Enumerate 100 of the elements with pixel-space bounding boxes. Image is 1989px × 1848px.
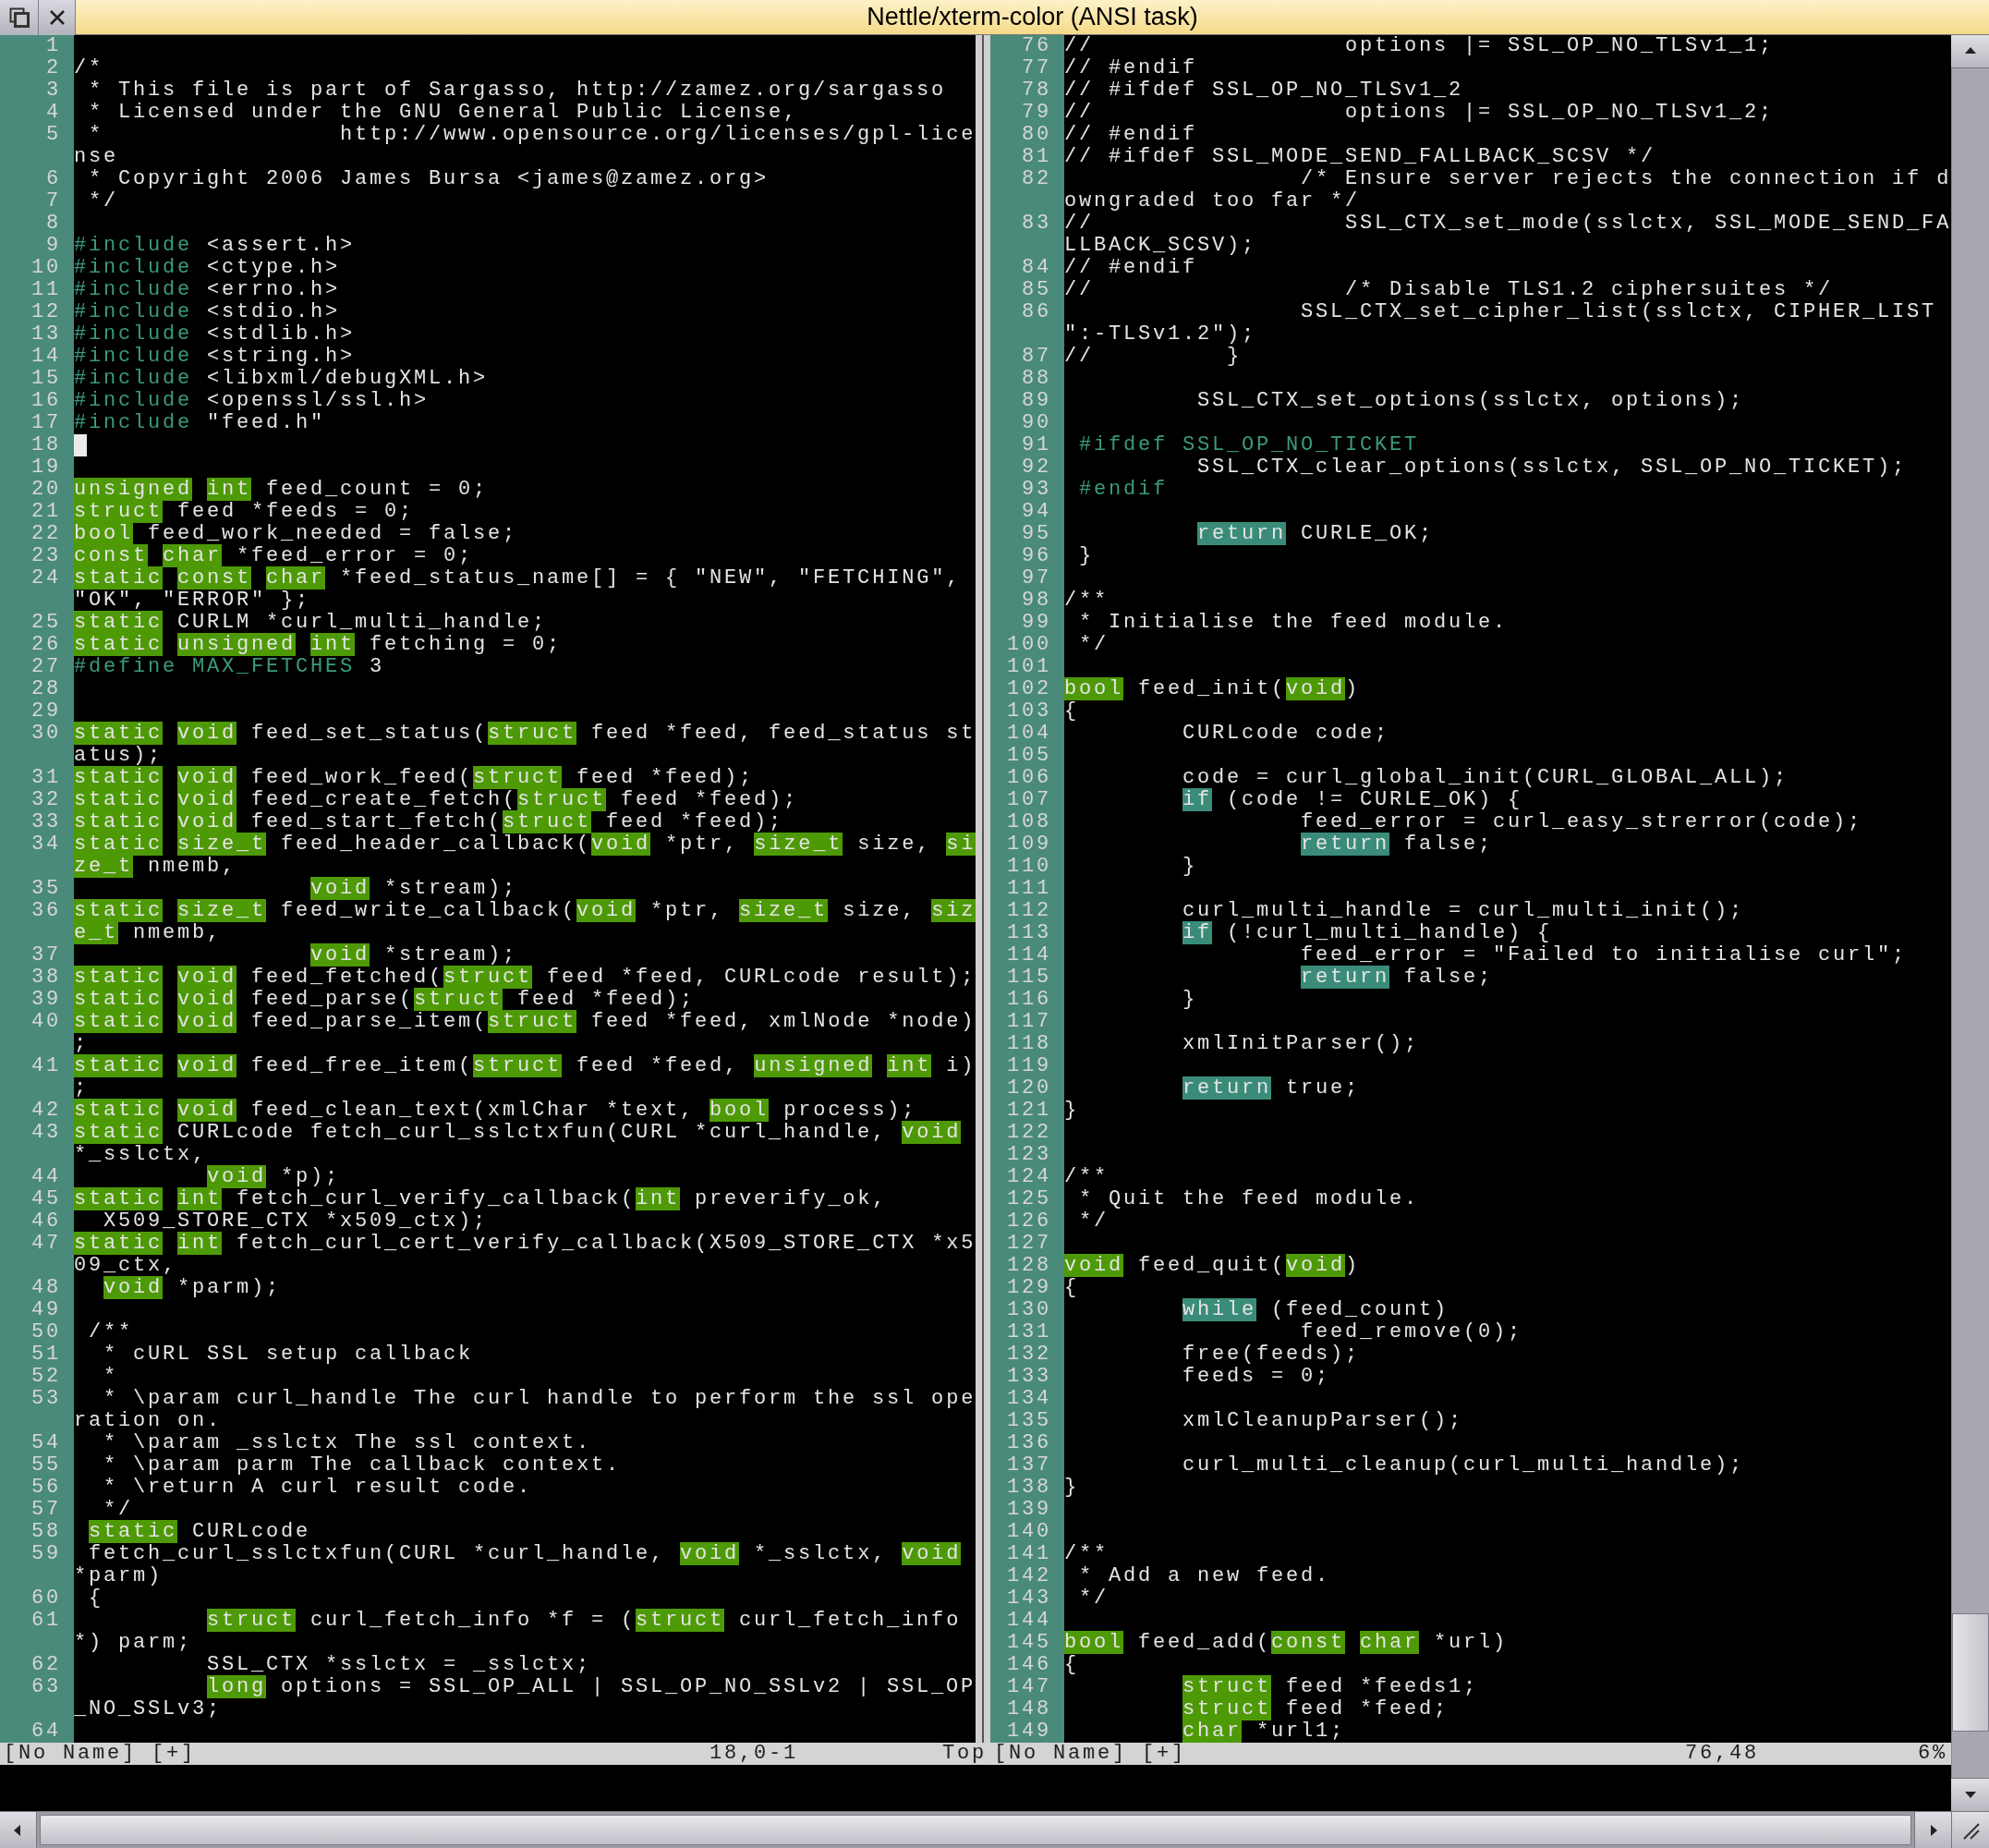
code-line: void *stream);: [309, 944, 518, 967]
code-line: atus);: [74, 745, 163, 767]
cursor-position: 76,48: [1685, 1742, 1759, 1765]
code-line: // /* Disable TLS1.2 ciphersuites */: [1064, 279, 1834, 301]
code-line: */: [1078, 1210, 1109, 1233]
scroll-left-button[interactable]: [0, 1812, 37, 1848]
code-line: // #endif: [1064, 257, 1198, 279]
line-number: 82: [1022, 168, 1051, 190]
scroll-down-button[interactable]: [1951, 1778, 1989, 1811]
code-line: 09_ctx,: [74, 1255, 177, 1277]
code-line: static void feed_start_fetch(struct feed *feed);: [74, 811, 784, 833]
code-line: * This file is part of Sargasso, http://zamez.org/sargasso: [88, 79, 947, 102]
code-line: SSL_CTX_set_cipher_list(sslctx, CIPHER_LIST: [1300, 301, 1937, 323]
code-line: static void feed_fetched(struct feed *feed, CURLcode result);: [74, 967, 976, 989]
line-number: 128: [1007, 1255, 1051, 1277]
horizontal-scrollbar-thumb[interactable]: [40, 1815, 1911, 1845]
close-button[interactable]: [39, 0, 76, 35]
code-line: e_t nmemb,: [74, 922, 223, 944]
code-line: CURLcode code;: [1182, 723, 1390, 745]
code-line: /**: [88, 1321, 133, 1343]
code-line: long options = SSL_OP_ALL | SSL_OP_NO_SSLv2 | SSL_OP: [206, 1676, 976, 1698]
line-number: 56: [31, 1477, 61, 1499]
code-line: if (!curl_multi_handle) {: [1182, 922, 1553, 944]
line-number: 35: [31, 878, 61, 900]
scrollbar-thumb[interactable]: [1952, 1613, 1989, 1732]
code-line: curl_multi_handle = curl_multi_init();: [1182, 900, 1745, 922]
code-line: // SSL_CTX_set_mode(sslctx, SSL_MODE_SEND_FA: [1064, 213, 1951, 235]
line-number: 103: [1007, 700, 1051, 723]
code-line: }: [1064, 1100, 1079, 1122]
code-line: xmlInitParser();: [1182, 1033, 1420, 1055]
line-number: 10: [31, 257, 61, 279]
code-line: static void feed_parse(struct feed *feed);: [74, 989, 696, 1011]
code-line: struct feed *feeds = 0;: [74, 501, 415, 523]
line-number: 113: [1007, 922, 1051, 944]
code-line: /**: [1064, 590, 1109, 612]
line-number: 126: [1007, 1210, 1051, 1233]
code-line: #endif: [1078, 479, 1168, 501]
code-line: /**: [1064, 1543, 1109, 1565]
code-line: }: [1064, 1477, 1079, 1499]
code-line: */: [88, 190, 118, 213]
code-line: *_sslctx,: [74, 1144, 208, 1166]
line-number: 1: [46, 35, 61, 57]
code-line: void *stream);: [309, 878, 518, 900]
line-number: 108: [1007, 811, 1051, 833]
code-line: #include <string.h>: [74, 346, 356, 368]
line-number: 89: [1022, 390, 1051, 412]
cursor-position: 18,0-1: [709, 1742, 798, 1765]
line-number: 135: [1007, 1410, 1051, 1432]
line-number: 133: [1007, 1366, 1051, 1388]
code-line: #include <openssl/ssl.h>: [74, 390, 430, 412]
line-number: 60: [31, 1587, 61, 1610]
code-line: static size_t feed_header_callback(void *ptr, size_t size, si: [74, 833, 976, 856]
line-number: 2: [46, 57, 61, 79]
code-line: static void feed_set_status(struct feed *feed, feed_status st: [74, 723, 976, 745]
code-line: LLBACK_SCSV);: [1064, 235, 1257, 257]
code-line: */: [103, 1499, 133, 1521]
line-number: 36: [31, 900, 61, 922]
line-number: 9: [46, 235, 61, 257]
line-number: 49: [31, 1299, 61, 1321]
code-line: static size_t feed_write_callback(void *ptr, size_t size, siz: [74, 900, 976, 922]
code-line: struct feed *feed;: [1182, 1698, 1449, 1720]
code-line: {: [1064, 1277, 1079, 1299]
line-number: 104: [1007, 723, 1051, 745]
line-number: 42: [31, 1100, 61, 1122]
line-number: 88: [1022, 368, 1051, 390]
line-number: 83: [1022, 213, 1051, 235]
scroll-up-button[interactable]: [1951, 35, 1989, 68]
code-line: static CURLM *curl_multi_handle;: [74, 612, 548, 634]
code-line: struct curl_fetch_info *f = (struct curl_fetch_info: [206, 1610, 962, 1632]
line-number: 146: [1007, 1654, 1051, 1676]
line-number: 22: [31, 523, 61, 545]
code-line: static void feed_clean_text(xmlChar *text, bool process);: [74, 1100, 917, 1122]
code-line: curl_multi_cleanup(curl_multi_handle);: [1182, 1454, 1745, 1477]
line-number: 53: [31, 1388, 61, 1410]
line-number: 40: [31, 1011, 61, 1033]
code-line: #define MAX_FETCHES 3: [74, 656, 385, 678]
line-number: 102: [1007, 678, 1051, 700]
code-line: void *parm);: [103, 1277, 282, 1299]
code-line: static unsigned int fetching = 0;: [74, 634, 563, 656]
restore-button[interactable]: [0, 0, 39, 35]
code-line: * Quit the feed module.: [1078, 1188, 1420, 1210]
line-number: 78: [1022, 79, 1051, 102]
line-number: 105: [1007, 745, 1051, 767]
line-number: 19: [31, 456, 61, 479]
line-number: 64: [31, 1720, 61, 1743]
line-number: 95: [1022, 523, 1051, 545]
code-line: bool feed_work_needed = false;: [74, 523, 518, 545]
line-number: 81: [1022, 146, 1051, 168]
scroll-right-button[interactable]: [1914, 1812, 1951, 1848]
line-number: 26: [31, 634, 61, 656]
line-number: 86: [1022, 301, 1051, 323]
code-line: // #ifdef SSL_MODE_SEND_FALLBACK_SCSV */: [1064, 146, 1656, 168]
line-number: 142: [1007, 1565, 1051, 1587]
code-line: void feed_quit(void): [1064, 1255, 1361, 1277]
code-line: feed_error = curl_easy_strerror(code);: [1300, 811, 1863, 833]
resize-grip[interactable]: [1951, 1812, 1989, 1848]
code-line: * \param curl_handle The curl handle to perform the ssl ope: [103, 1388, 976, 1410]
line-number: 27: [31, 656, 61, 678]
code-line: #include <errno.h>: [74, 279, 341, 301]
line-number: 140: [1007, 1521, 1051, 1543]
